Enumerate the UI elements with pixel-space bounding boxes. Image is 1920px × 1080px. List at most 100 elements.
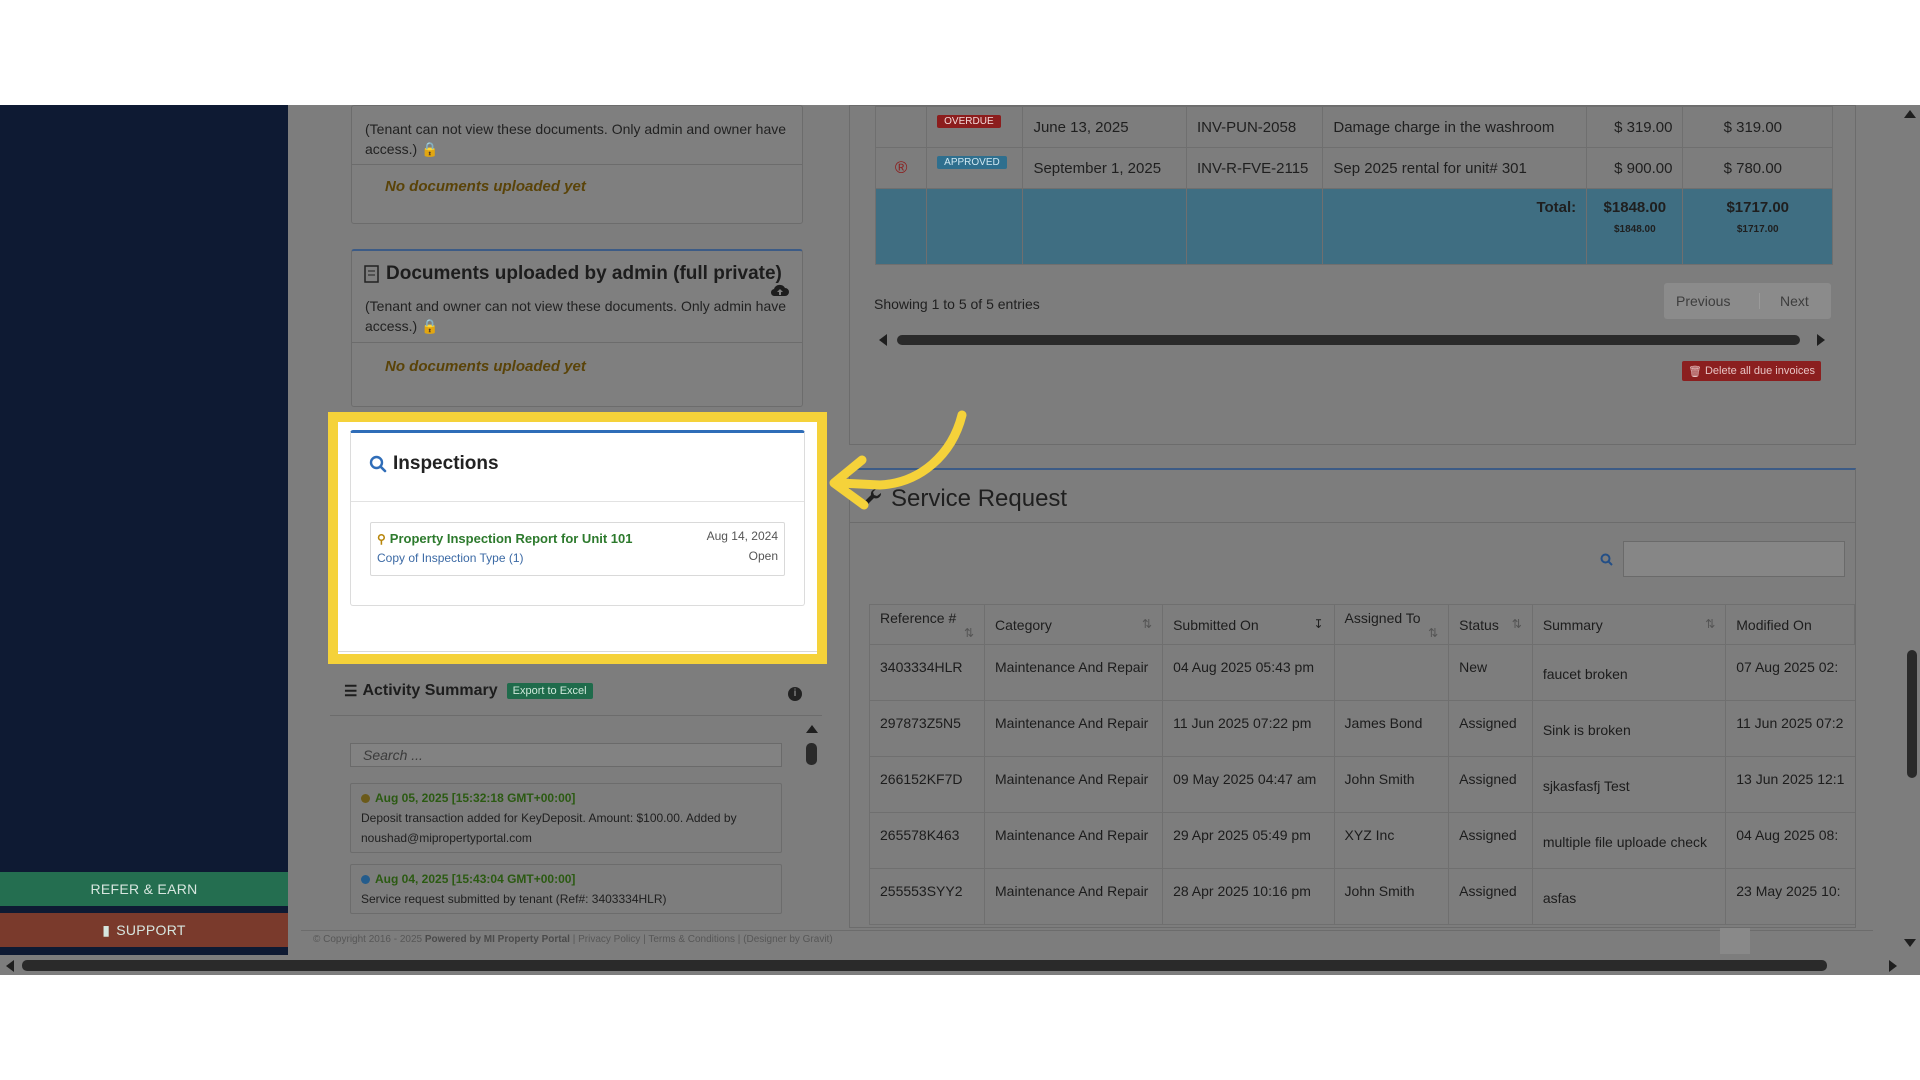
table-row[interactable]: 297873Z5N5 Maintenance And Repair 11 Jun… (868, 700, 1855, 757)
column-label: Reference # (880, 609, 957, 626)
pagination: Previous Next (1664, 283, 1831, 319)
inspections-panel: Inspections ⚲ Property Inspection Report… (350, 430, 805, 606)
back-to-top-button[interactable] (1720, 928, 1750, 954)
annotation-arrow (829, 410, 967, 510)
scroll-right-arrow[interactable] (1817, 334, 1825, 346)
cell-summary: multiple file uploade check (1531, 812, 1726, 869)
status-dot (361, 874, 370, 884)
cell-reference[interactable]: 255553SYY2 (868, 868, 985, 925)
cell-modified: 11 Jun 2025 07:2 (1725, 700, 1855, 757)
inspection-item[interactable]: ⚲ Property Inspection Report for Unit 10… (370, 522, 785, 576)
cell-submitted: 28 Apr 2025 10:16 pm (1162, 868, 1335, 925)
cell-reference[interactable]: 265578K463 (868, 812, 985, 869)
cell-modified: 13 Jun 2025 12:1 (1725, 756, 1855, 813)
page-scroll-up-arrow[interactable] (1904, 110, 1916, 118)
footer-terms-link[interactable]: Terms & Conditions (648, 934, 735, 945)
table-row[interactable]: ® APPROVED September 1, 2025 INV-R-FVE-2… (874, 147, 1833, 189)
cell-status: New (1448, 644, 1533, 701)
table-row[interactable]: 265578K463 Maintenance And Repair 29 Apr… (868, 812, 1855, 869)
no-documents-text: No documents uploaded yet (385, 358, 586, 375)
column-header-summary[interactable]: Summary ⇅ (1531, 604, 1727, 645)
total-due-small: $1717.00 (1736, 224, 1779, 235)
column-header-status[interactable]: Status ⇅ (1448, 604, 1533, 645)
column-header-submitted[interactable]: Submitted On ↧ (1162, 604, 1335, 645)
invoice-description: Sep 2025 rental for unit# 301 (1322, 147, 1588, 189)
activity-summary-header: ☰ Activity Summary Export to Excel (344, 682, 593, 700)
inspections-header: Inspections (369, 453, 499, 475)
table-row[interactable]: 255553SYY2 Maintenance And Repair 28 Apr… (868, 868, 1855, 925)
refer-earn-button[interactable]: REFER & EARN (0, 872, 288, 906)
inspection-item-subtitle: Copy of Inspection Type (1) (377, 551, 524, 565)
activity-summary-panel: ☰ Activity Summary Export to Excel i Sea… (330, 665, 822, 930)
column-header-assigned[interactable]: Assigned To ⇅ (1333, 604, 1450, 645)
footer-privacy-link[interactable]: Privacy Policy (578, 934, 640, 945)
refer-earn-label: REFER & EARN (90, 881, 198, 897)
info-icon[interactable]: i (788, 687, 802, 701)
activity-scroll-thumb[interactable] (806, 743, 817, 765)
page-scroll-right-arrow[interactable] (1889, 960, 1897, 972)
service-request-panel: Service Request Reference # ⇅ Category ⇅ S… (849, 468, 1856, 928)
table-row[interactable]: 3403334HLR Maintenance And Repair 04 Aug… (868, 644, 1855, 701)
cell-summary: faucet broken (1531, 644, 1726, 701)
activity-scroll-up-arrow[interactable] (806, 725, 818, 733)
inspection-item-title[interactable]: ⚲ Property Inspection Report for Unit 10… (377, 531, 633, 546)
column-label: Summary (1542, 616, 1603, 633)
inspection-item-date: Aug 14, 2024 (706, 529, 778, 543)
footer-powered[interactable]: Powered by MI Property Portal (425, 934, 570, 945)
table-row[interactable]: OVERDUE June 13, 2025 INV-PUN-2058 Damag… (874, 106, 1833, 148)
cell-status: Assigned (1448, 756, 1533, 813)
cell-assigned: John Smith (1333, 868, 1449, 925)
cell-modified: 04 Aug 2025 08: (1725, 812, 1855, 869)
previous-button[interactable]: Previous (1664, 293, 1759, 309)
export-excel-button[interactable]: Export to Excel (506, 683, 593, 699)
cell-reference[interactable]: 3403334HLR (868, 644, 985, 701)
cell-modified: 23 May 2025 10: (1725, 868, 1855, 925)
column-header-modified[interactable]: Modified On (1725, 604, 1855, 645)
total-amount: $1848.00 (1603, 199, 1667, 216)
cell-category: Maintenance And Repair (984, 756, 1163, 813)
column-label: Submitted On (1173, 616, 1259, 633)
activity-item-date: Aug 05, 2025 [15:32:18 GMT+00:00] (361, 788, 771, 808)
cell-category: Maintenance And Repair (984, 812, 1163, 869)
page-horizontal-scrollbar[interactable] (22, 960, 1827, 971)
total-label: Total: (1322, 188, 1588, 265)
divider (330, 715, 822, 716)
activity-search-input[interactable]: Search ... (350, 743, 782, 767)
page-vertical-scroll-thumb[interactable] (1907, 650, 1917, 778)
support-button[interactable]: ▮ SUPPORT (0, 913, 288, 947)
inspection-item-title-text: Property Inspection Report for Unit 101 (389, 531, 633, 546)
scroll-left-arrow[interactable] (879, 334, 887, 346)
divider (352, 342, 802, 343)
service-request-search-input[interactable] (1623, 541, 1845, 577)
cell-assigned (1333, 644, 1449, 701)
list-icon: ☰ (344, 683, 358, 700)
column-label: Assigned To (1344, 609, 1421, 626)
registered-icon[interactable]: ® (874, 147, 928, 189)
invoices-horizontal-scrollbar[interactable] (897, 335, 1800, 345)
key-icon: ⚲ (377, 531, 386, 546)
delete-due-invoices-button[interactable]: 🗑 Delete all due invoices (1682, 361, 1822, 381)
column-header-reference[interactable]: Reference # ⇅ (868, 604, 986, 645)
invoices-table: OVERDUE June 13, 2025 INV-PUN-2058 Damag… (874, 106, 1833, 265)
footer: © Copyright 2016 - 2025 Powered by MI Pr… (301, 930, 1873, 954)
documents-admin-note: (Tenant and owner can not view these doc… (365, 298, 787, 334)
sort-icon: ⇅ (1142, 616, 1153, 631)
invoice-number[interactable]: INV-PUN-2058 (1185, 106, 1324, 148)
total-due-cell: $1717.00 $1717.00 (1682, 188, 1833, 265)
cell-status: Assigned (1448, 812, 1533, 869)
cell-assigned: John Smith (1333, 756, 1449, 813)
page-scroll-left-arrow[interactable] (6, 960, 14, 972)
cell-reference[interactable]: 297873Z5N5 (868, 700, 985, 757)
invoice-number[interactable]: INV-R-FVE-2115 (1185, 147, 1324, 189)
table-row[interactable]: 266152KF7D Maintenance And Repair 09 May… (868, 756, 1855, 813)
page-scroll-down-arrow[interactable] (1904, 939, 1916, 947)
overdue-badge: OVERDUE (937, 115, 1001, 128)
invoice-amount: $ 319.00 (1586, 106, 1684, 148)
cell-summary: asfas (1531, 868, 1726, 925)
invoices-panel: OVERDUE June 13, 2025 INV-PUN-2058 Damag… (849, 105, 1856, 445)
activity-item: Aug 04, 2025 [15:43:04 GMT+00:00] Servic… (350, 864, 782, 914)
column-header-category[interactable]: Category ⇅ (984, 604, 1164, 645)
cell-modified: 07 Aug 2025 02: (1725, 644, 1855, 701)
next-button[interactable]: Next (1759, 293, 1809, 309)
cell-reference[interactable]: 266152KF7D (868, 756, 985, 813)
